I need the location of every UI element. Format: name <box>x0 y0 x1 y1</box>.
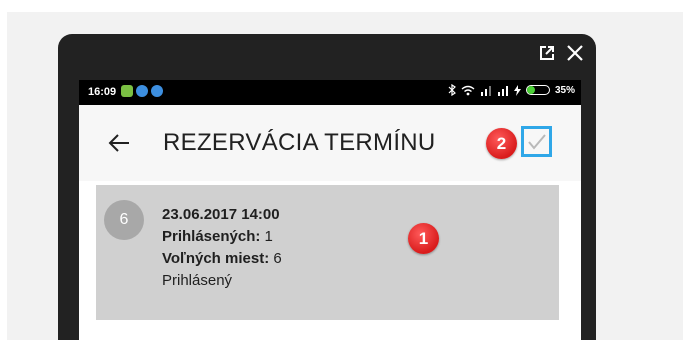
window-tools <box>536 42 586 64</box>
reservation-card[interactable]: 6 23.06.2017 14:00 Prihlásených: 1 Voľný… <box>96 185 559 320</box>
annotation-marker-1: 1 <box>408 223 439 254</box>
signal-icon <box>497 85 508 96</box>
status-bar: 16:09 35% <box>79 80 581 105</box>
arrow-left-icon[interactable] <box>107 132 131 154</box>
app-notification-icon <box>121 85 133 97</box>
registered-value: 1 <box>260 228 273 245</box>
charging-icon <box>513 84 521 96</box>
checkmark-icon <box>527 133 546 150</box>
reservation-datetime: 23.06.2017 14:00 <box>162 206 280 223</box>
signal-icon <box>480 85 491 96</box>
reservation-details: 23.06.2017 14:00 Prihlásených: 1 Voľných… <box>162 204 282 292</box>
free-places-label: Voľných miest: <box>162 250 270 267</box>
avatar: 6 <box>104 200 144 240</box>
wifi-icon <box>461 85 475 95</box>
registered-label: Prihlásených: <box>162 228 261 245</box>
free-places-row: Voľných miest: 6 <box>162 248 282 270</box>
annotation-marker-2: 2 <box>486 128 517 159</box>
notification-icons <box>121 85 163 97</box>
registered-row: Prihlásených: 1 <box>162 226 282 248</box>
status-time: 16:09 <box>88 86 117 98</box>
close-icon[interactable] <box>564 42 586 64</box>
external-link-icon[interactable] <box>536 42 558 64</box>
phone-screen: 16:09 35% REZERVÁCIA TERMÍNU 2 6 23.06.2… <box>79 80 581 340</box>
battery-level <box>526 86 535 94</box>
free-places-value: 6 <box>269 250 282 267</box>
confirm-button[interactable] <box>521 126 552 157</box>
chat-notification-icon <box>151 85 163 97</box>
phone-frame: 16:09 35% REZERVÁCIA TERMÍNU 2 6 23.06.2… <box>58 34 596 340</box>
app-bar: REZERVÁCIA TERMÍNU 2 <box>79 105 581 181</box>
battery-icon <box>525 85 550 95</box>
status-right: 35% <box>448 84 575 96</box>
page-title: REZERVÁCIA TERMÍNU <box>163 129 436 156</box>
reservation-status: Prihlásený <box>162 272 233 289</box>
chat-notification-icon <box>136 85 148 97</box>
battery-percent: 35% <box>554 84 575 96</box>
bluetooth-icon <box>448 84 456 96</box>
